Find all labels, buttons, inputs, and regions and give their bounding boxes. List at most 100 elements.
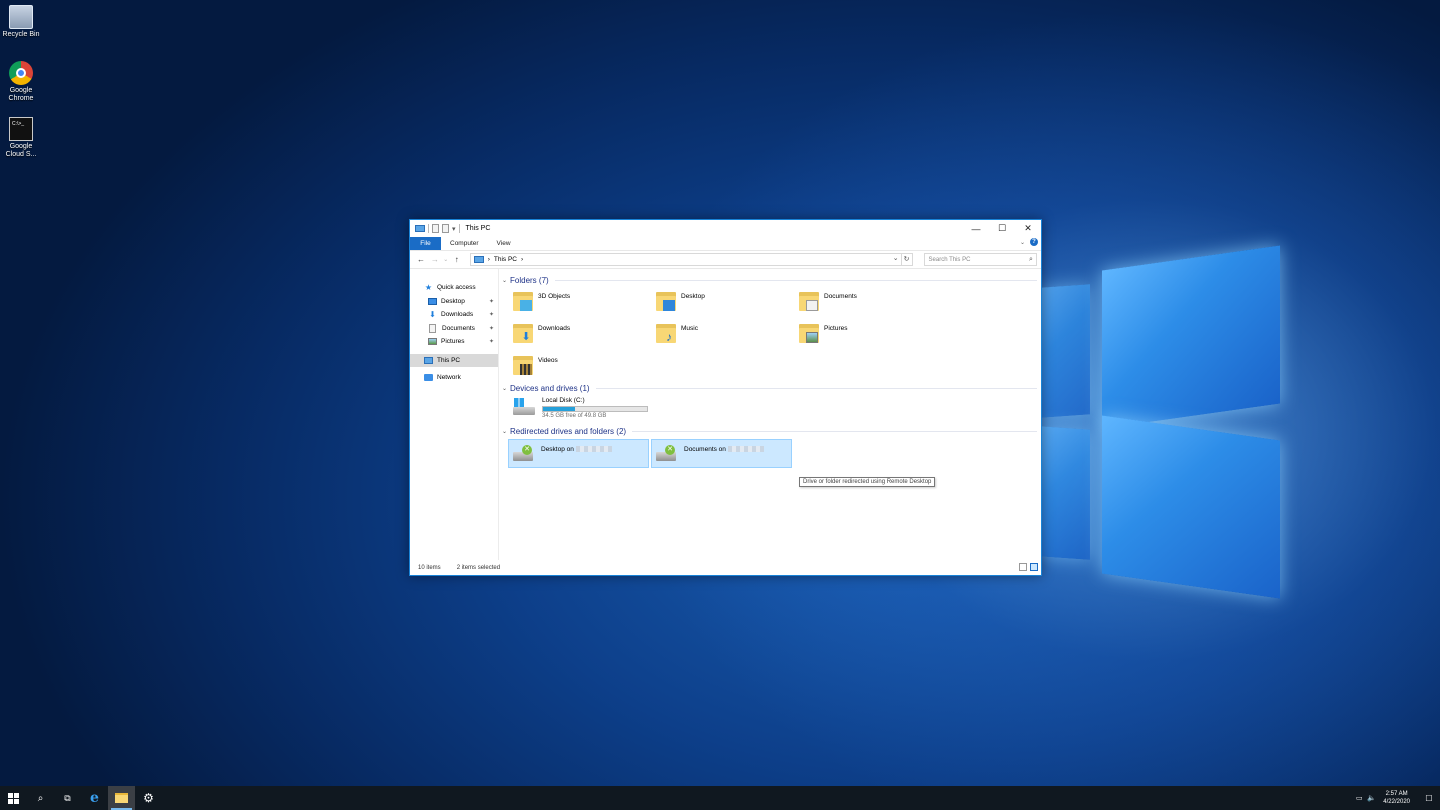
ribbon-expand-icon[interactable]: ⌄ [1020,239,1025,246]
system-tray: ▭ 🔈 2:57 AM 4/22/2020 ☐ [1353,786,1440,810]
large-icons-view-button[interactable] [1030,563,1038,571]
folder-icon [799,290,819,312]
pin-icon: ✦ [488,325,494,332]
folder-documents[interactable]: Documents [799,290,942,314]
minimize-button[interactable]: — [963,220,989,237]
taskbar-file-explorer[interactable] [108,786,135,810]
clock[interactable]: 2:57 AM 4/22/2020 [1383,790,1410,806]
address-input[interactable]: › This PC › ⌄ [469,253,902,266]
search-input[interactable]: Search This PC ⌕ [923,253,1037,266]
redirected-desktop[interactable]: ✕ Desktop on [508,439,649,468]
taskbar-internet-explorer[interactable]: e [81,786,108,810]
details-view-button[interactable] [1019,563,1027,571]
computer-icon [424,356,433,364]
redirected-documents[interactable]: ✕ Documents on [651,439,792,468]
windows-wallpaper-logo [1040,245,1285,599]
qat-dropdown-icon[interactable]: ▾ [452,225,456,233]
tab-file[interactable]: File [410,237,441,250]
folder-icon [799,322,819,344]
close-button[interactable]: ✕ [1015,220,1041,237]
new-folder-icon[interactable] [442,224,449,233]
desktop-icon-chrome[interactable]: Google Chrome [2,61,40,103]
address-separator: › [487,256,490,263]
folder-icon [513,354,533,376]
task-view-icon: ⧉ [64,792,71,803]
folder-grid: 3D Objects Desktop Documents ⬇ Downloads… [502,290,1041,378]
folder-videos[interactable]: Videos [513,354,656,378]
quick-access-toolbar: ▾ [415,224,460,233]
windows-start-icon [8,792,19,804]
item-count: 10 items [418,564,441,571]
maximize-button[interactable]: ☐ [989,220,1015,237]
download-icon: ⬇ [429,310,436,320]
forward-button[interactable]: → [428,255,442,264]
address-dropdown-icon[interactable]: ⌄ [893,254,899,262]
folder-icon [513,290,533,312]
tab-computer[interactable]: Computer [441,237,488,250]
notification-icon[interactable]: ☐ [1418,794,1440,803]
folder-pictures[interactable]: Pictures [799,322,942,346]
group-header-redirected[interactable]: ⌄ Redirected drives and folders (2) [502,425,1041,437]
status-bar: 10 items 2 items selected [410,560,1041,575]
collapse-chevron-icon: ⌄ [502,277,508,284]
volume-icon[interactable]: 🔈 [1365,794,1377,802]
nav-item-network[interactable]: Network [410,371,498,385]
nav-item-pictures[interactable]: Pictures ✦ [410,335,498,349]
folder-desktop[interactable]: Desktop [656,290,799,314]
search-button[interactable]: ⌕ [27,786,54,810]
document-icon [429,323,436,333]
picture-icon [428,338,437,346]
hard-drive-icon [513,397,537,417]
nav-item-this-pc[interactable]: This PC [410,353,498,367]
address-bar-row: ← → ⌄ ↑ › This PC › ⌄ ↻ Search This PC ⌕ [410,250,1041,269]
file-explorer-icon [115,793,128,803]
collapse-chevron-icon: ⌄ [502,428,508,435]
folder-music[interactable]: ♪ Music [656,322,799,346]
refresh-button[interactable]: ↻ [901,253,913,266]
gear-icon: ⚙ [143,791,154,805]
pin-icon: ✦ [488,298,494,305]
taskbar-settings[interactable]: ⚙ [135,786,162,810]
drive-local-disk-c[interactable]: Local Disk (C:) 34.5 GB free of 49.8 GB [502,397,1041,423]
group-header-devices[interactable]: ⌄ Devices and drives (1) [502,382,1041,394]
this-pc-icon [415,225,425,232]
nav-quick-access[interactable]: ★ Quick access [410,281,498,295]
redacted-host [727,446,764,453]
tab-view[interactable]: View [488,237,520,250]
collapse-chevron-icon: ⌄ [502,385,508,392]
title-bar[interactable]: ▾ This PC — ☐ ✕ [410,220,1041,237]
search-icon: ⌕ [1029,256,1033,263]
desktop-icon [428,297,437,305]
drive-free-space: 34.5 GB free of 49.8 GB [542,413,607,419]
search-icon: ⌕ [37,792,44,804]
drive-usage-bar [542,406,648,412]
recycle-bin-icon [9,5,33,29]
folder-icon [656,290,676,312]
up-button[interactable]: ↑ [450,255,464,264]
redirected-drive-icon: ✕ [656,444,678,464]
recent-locations-icon[interactable]: ⌄ [442,256,450,263]
group-header-folders[interactable]: ⌄ Folders (7) [502,274,1041,286]
network-icon [424,374,433,382]
network-icon[interactable]: ▭ [1353,794,1365,802]
desktop-icon-recycle-bin[interactable]: Recycle Bin [2,5,40,39]
redirected-drive-icon: ✕ [513,444,535,464]
start-button[interactable] [0,786,27,810]
help-icon[interactable]: ? [1030,238,1038,246]
selection-count: 2 items selected [456,564,501,571]
properties-icon[interactable] [432,224,439,233]
file-explorer-window: ▾ This PC — ☐ ✕ File Computer View ⌄ ? ←… [409,219,1042,576]
nav-item-desktop[interactable]: Desktop ✦ [410,295,498,309]
nav-item-downloads[interactable]: ⬇ Downloads ✦ [410,308,498,322]
drive-name: Local Disk (C:) [542,397,585,404]
desktop-icon-cloud-sdk[interactable]: C:\>_ Google Cloud S... [2,117,40,159]
address-separator: › [521,256,524,263]
breadcrumb-this-pc[interactable]: This PC [494,256,517,263]
folder-icon: ⬇ [513,322,533,344]
back-button[interactable]: ← [414,255,428,264]
folder-3d-objects[interactable]: 3D Objects [513,290,656,314]
task-view-button[interactable]: ⧉ [54,786,81,810]
folder-downloads[interactable]: ⬇ Downloads [513,322,656,346]
nav-item-documents[interactable]: Documents ✦ [410,322,498,336]
this-pc-icon [473,256,484,263]
